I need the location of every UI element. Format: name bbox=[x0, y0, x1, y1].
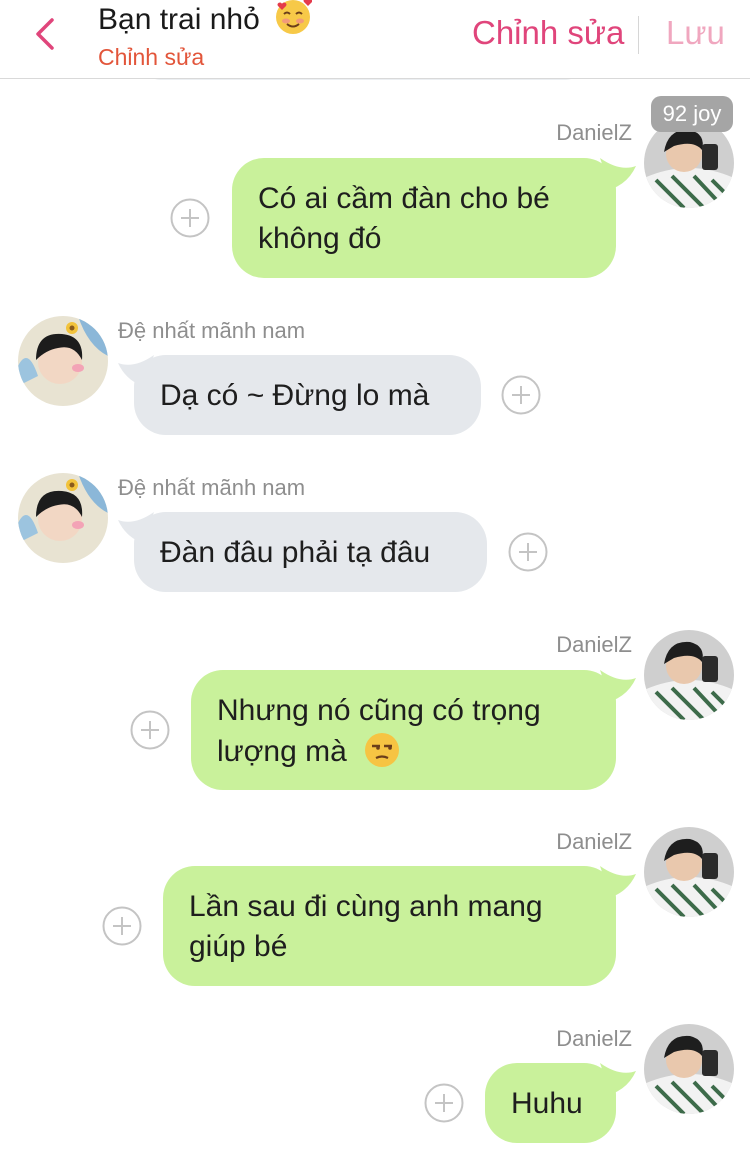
sender-name: Đệ nhất mãnh nam bbox=[118, 318, 306, 343]
smiling-face-with-hearts-emoji bbox=[274, 0, 313, 44]
avatar-danielz[interactable] bbox=[644, 630, 734, 720]
message-bubble[interactable]: Đàn đâu phải tạ đâu bbox=[134, 512, 487, 592]
add-reaction-plus-icon[interactable] bbox=[424, 1083, 464, 1123]
chat-title-text: Bạn trai nhỏ bbox=[98, 2, 260, 36]
message-text-line: Lần sau đi cùng anh mang bbox=[189, 890, 543, 923]
avatar-danielz[interactable] bbox=[644, 1024, 734, 1114]
add-reaction-plus-icon[interactable] bbox=[102, 906, 142, 946]
save-button[interactable]: Lưu bbox=[666, 14, 725, 52]
message-text-line: Đàn đâu phải tạ đâu bbox=[160, 536, 431, 569]
chat-subtitle[interactable]: Chỉnh sửa bbox=[98, 44, 204, 71]
message-bubble[interactable]: Có ai cầm đàn cho bé không đó bbox=[232, 158, 616, 278]
avatar-de-nhat-manh-nam[interactable] bbox=[18, 316, 108, 406]
back-chevron-icon[interactable] bbox=[28, 14, 68, 54]
header-divider bbox=[638, 16, 639, 54]
message-text-line: Huhu bbox=[511, 1087, 583, 1120]
message-text-line: Có ai cầm đàn cho bé bbox=[258, 182, 550, 215]
message-text-line: không đó bbox=[258, 222, 382, 255]
chat-header: Bạn trai nhỏ Chỉnh sửa Chỉnh sửa Lưu bbox=[0, 0, 750, 79]
add-reaction-plus-icon[interactable] bbox=[170, 198, 210, 238]
sender-name: DanielZ bbox=[556, 1026, 632, 1051]
reaction-badge: 92 joy bbox=[651, 96, 733, 132]
sender-name: DanielZ bbox=[556, 120, 632, 145]
message-bubble[interactable]: Huhu bbox=[485, 1063, 616, 1143]
message-text-line: Nhưng nó cũng có trọng bbox=[217, 694, 541, 727]
chat-title: Bạn trai nhỏ bbox=[98, 0, 313, 44]
message-bubble[interactable]: Nhưng nó cũng có trọng lượng mà bbox=[191, 670, 616, 790]
sender-name: DanielZ bbox=[556, 632, 632, 657]
add-reaction-plus-icon[interactable] bbox=[508, 532, 548, 572]
message-text-line: Dạ có ~ Đừng lo mà bbox=[160, 379, 430, 412]
unamused-face-emoji bbox=[363, 731, 401, 780]
avatar-danielz[interactable] bbox=[644, 827, 734, 917]
sender-name: DanielZ bbox=[556, 829, 632, 854]
edit-button[interactable]: Chỉnh sửa bbox=[472, 14, 624, 52]
message-text-line-with-emoji: lượng mà bbox=[217, 731, 590, 780]
add-reaction-plus-icon[interactable] bbox=[130, 710, 170, 750]
message-bubble[interactable]: Dạ có ~ Đừng lo mà bbox=[134, 355, 481, 435]
message-bubble[interactable]: Lần sau đi cùng anh mang giúp bé bbox=[163, 866, 616, 986]
avatar-de-nhat-manh-nam[interactable] bbox=[18, 473, 108, 563]
add-reaction-plus-icon[interactable] bbox=[501, 375, 541, 415]
message-text-line: giúp bé bbox=[189, 930, 288, 963]
sender-name: Đệ nhất mãnh nam bbox=[118, 475, 306, 500]
message-text-line: lượng mà bbox=[217, 735, 347, 768]
